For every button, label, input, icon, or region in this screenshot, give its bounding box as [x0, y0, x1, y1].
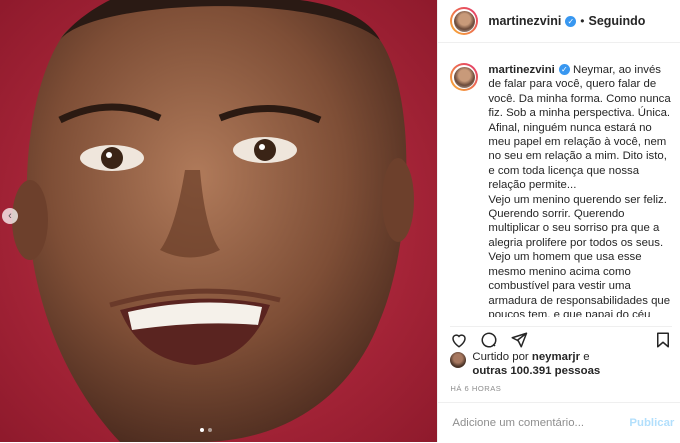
- separator-dot: •: [580, 14, 585, 28]
- carousel-dot: [200, 428, 204, 432]
- caption-avatar[interactable]: [450, 63, 479, 91]
- caption: martinezvini ✓ Neymar, ao invés de falar …: [450, 63, 672, 317]
- boy-portrait-image: [0, 0, 438, 442]
- instagram-post: ‹ martinezvini ✓ • Seguindo martinezvini…: [0, 0, 680, 442]
- carousel-dot: [208, 428, 212, 432]
- liked-by-others-link[interactable]: outras 100.391 pessoas: [472, 365, 600, 377]
- comment-icon[interactable]: [480, 331, 498, 349]
- avatar[interactable]: [450, 7, 479, 35]
- liked-by-user-link[interactable]: neymarjr: [532, 351, 580, 363]
- post-header: martinezvini ✓ • Seguindo: [438, 0, 680, 43]
- verified-badge-icon: ✓: [558, 64, 570, 75]
- liker-avatar[interactable]: [450, 352, 467, 368]
- caption-text: Neymar, ao invés de falar para você, que…: [488, 64, 671, 317]
- verified-badge-icon: ✓: [565, 15, 577, 27]
- likes-text: Curtido por neymarjr e outras 100.391 pe…: [472, 350, 600, 378]
- post-photo[interactable]: ‹: [0, 0, 438, 442]
- liked-by-label: Curtido por: [472, 351, 529, 363]
- post-timestamp[interactable]: HÁ 6 HORAS: [450, 384, 501, 393]
- save-bookmark-icon[interactable]: [654, 331, 672, 349]
- likes-summary: Curtido por neymarjr e outras 100.391 pe…: [450, 350, 672, 378]
- post-sidebar: martinezvini ✓ • Seguindo martinezvini ✓ …: [437, 0, 680, 442]
- carousel-prev-button[interactable]: ‹: [2, 208, 18, 224]
- chevron-left-icon: ‹: [8, 210, 12, 222]
- comment-input[interactable]: [450, 416, 625, 430]
- comment-bar: Publicar: [438, 402, 680, 443]
- carousel-indicator: [200, 428, 212, 432]
- share-icon[interactable]: [510, 331, 528, 349]
- username-link[interactable]: martinezvini: [488, 14, 561, 28]
- caption-text-block: martinezvini ✓ Neymar, ao invés de falar …: [488, 63, 672, 317]
- heart-icon[interactable]: [450, 331, 468, 349]
- publish-button[interactable]: Publicar: [629, 417, 674, 429]
- follow-status-button[interactable]: Seguindo: [589, 14, 646, 28]
- action-bar: [450, 326, 673, 353]
- liked-by-conj: e: [583, 351, 590, 363]
- caption-username[interactable]: martinezvini: [488, 64, 554, 76]
